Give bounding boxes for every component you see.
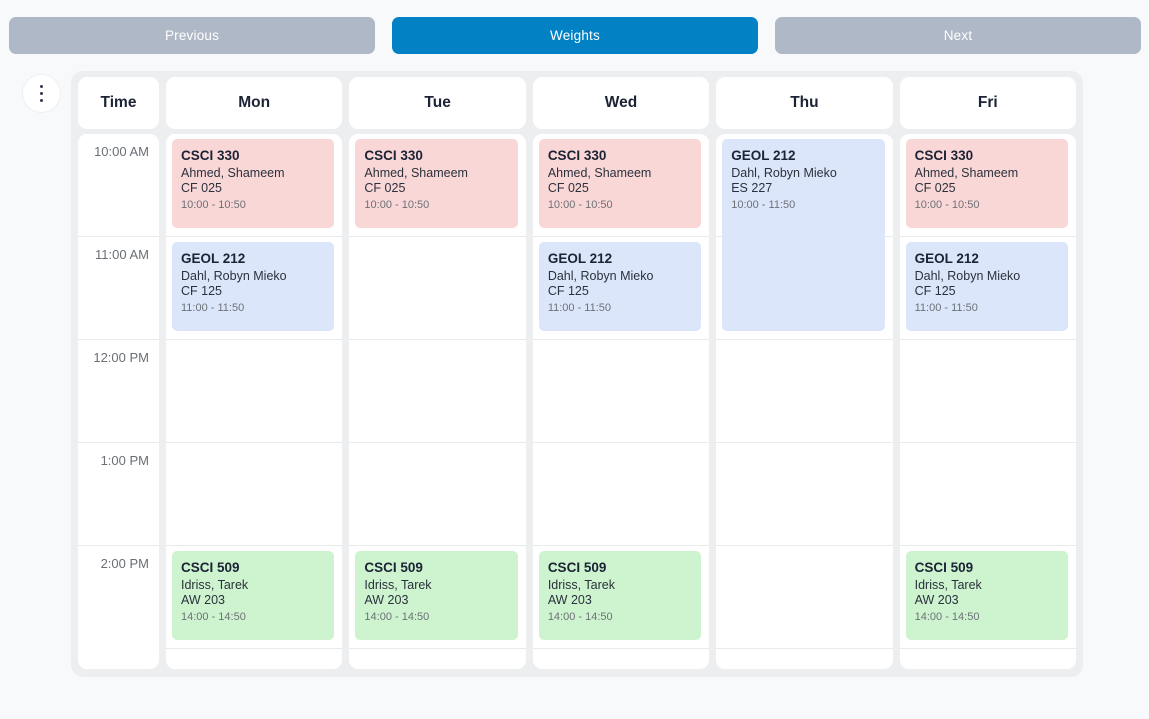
event-instructor: Ahmed, Shameem [181,166,285,180]
event-room: CF 025 [547,180,589,195]
event-instructor: Dahl, Robyn Mieko [731,166,837,180]
event-time: 10:00 - 10:50 [914,199,980,211]
event-time: 11:00 - 11:50 [914,302,978,314]
event-card[interactable]: CSCI 509 Idriss, Tarek AW 203 14:00 - 14:50 [172,551,335,640]
schedule-grid: Time Mon Tue Wed Thu Fri 10:00 AM 11:00 A… [71,71,1083,677]
event-title: CSCI 509 [547,560,607,575]
event-instructor: Dahl, Robyn Mieko [547,269,654,283]
event-title: CSCI 330 [914,148,974,163]
event-card[interactable]: CSCI 509 Idriss, Tarek AW 203 14:00 - 14:50 [905,551,1069,640]
day-column-fri[interactable]: CSCI 330 Ahmed, Shameem CF 025 10:00 - 10:5… [899,134,1077,669]
event-card[interactable]: GEOL 212 Dahl, Robyn Mieko CF 125 11:00 - 1… [172,242,335,331]
event-room: AW 203 [181,592,226,607]
event-title: CSCI 509 [364,560,423,575]
event-title: CSCI 509 [914,560,974,575]
event-room: ES 227 [731,180,773,195]
time-label: 2:00 PM [100,556,149,571]
event-room: CF 025 [364,180,406,195]
calendar-header-row: Time Mon Tue Wed Thu Fri [78,77,1077,134]
time-slot: 12:00 PM [78,340,159,443]
event-room: CF 025 [181,180,222,195]
menu-dot [39,91,44,96]
event-time: 10:00 - 11:50 [731,199,796,211]
event-card[interactable]: GEOL 212 Dahl, Robyn Mieko CF 125 11:00 - 1… [538,242,702,331]
event-instructor: Ahmed, Shameem [547,166,652,180]
event-title: CSCI 509 [181,560,240,575]
event-instructor: Idriss, Tarek [364,578,432,592]
event-time: 10:00 - 10:50 [181,199,246,211]
event-time: 14:00 - 14:50 [547,611,613,623]
menu-dot [39,84,44,89]
event-time: 14:00 - 14:50 [181,611,246,623]
event-title: GEOL 212 [914,251,979,266]
event-title: CSCI 330 [181,148,240,163]
event-time: 11:00 - 11:50 [181,302,245,314]
day-column-wed[interactable]: CSCI 330 Ahmed, Shameem CF 025 10:00 - 10:5… [532,134,710,669]
event-card[interactable]: GEOL 212 Dahl, Robyn Mieko CF 125 11:00 - 1… [905,242,1069,331]
event-card[interactable]: GEOL 212 Dahl, Robyn Mieko ES 227 10:00 - 1… [722,139,885,331]
event-title: GEOL 212 [547,251,613,266]
header-day-tue: Tue [349,77,526,129]
event-room: AW 203 [547,592,592,607]
header-day-thu: Thu [716,77,893,129]
event-instructor: Idriss, Tarek [181,578,249,592]
previous-button[interactable]: Previous [9,17,375,54]
header-day-mon: Mon [166,77,343,129]
event-instructor: Ahmed, Shameem [914,166,1019,180]
time-slot: 2:00 PM [78,546,159,649]
event-time: 14:00 - 14:50 [914,611,980,623]
header-time: Time [78,77,159,129]
event-instructor: Idriss, Tarek [914,578,982,592]
time-label: 11:00 AM [95,247,149,262]
time-label: 1:00 PM [100,453,149,468]
events-layer: GEOL 212 Dahl, Robyn Mieko ES 227 10:00 - 1… [716,134,892,669]
event-card[interactable]: CSCI 330 Ahmed, Shameem CF 025 10:00 - 10:5… [905,139,1069,228]
event-card[interactable]: CSCI 330 Ahmed, Shameem CF 025 10:00 - 10:5… [172,139,335,228]
time-slot: 1:00 PM [78,443,159,546]
weights-button[interactable]: Weights [392,17,758,54]
time-slot: 10:00 AM [78,134,159,237]
events-layer: CSCI 330 Ahmed, Shameem CF 025 10:00 - 10:5… [900,134,1076,669]
events-layer: CSCI 330 Ahmed, Shameem CF 025 10:00 - 10:5… [349,134,525,669]
more-vertical-icon[interactable] [22,74,61,113]
event-time: 10:00 - 10:50 [364,199,430,211]
time-column: 10:00 AM 11:00 AM 12:00 PM 1:00 PM 2:00 PM [78,134,159,669]
event-instructor: Ahmed, Shameem [364,166,468,180]
day-column-tue[interactable]: CSCI 330 Ahmed, Shameem CF 025 10:00 - 10:5… [349,134,526,669]
calendar-body-row: 10:00 AM 11:00 AM 12:00 PM 1:00 PM 2:00 PM C… [78,134,1077,669]
event-title: GEOL 212 [731,148,796,163]
event-room: CF 025 [914,180,956,195]
time-slot: 11:00 AM [78,237,159,340]
calendar-wrapper: Time Mon Tue Wed Thu Fri 10:00 AM 11:00 A… [22,71,1083,677]
event-time: 14:00 - 14:50 [364,611,430,623]
event-instructor: Dahl, Robyn Mieko [914,269,1021,283]
event-time: 11:00 - 11:50 [547,302,612,314]
time-label: 12:00 PM [93,350,149,365]
event-card[interactable]: CSCI 509 Idriss, Tarek AW 203 14:00 - 14:50 [538,551,702,640]
event-room: CF 125 [914,283,956,298]
menu-dot [39,98,44,103]
event-room: CF 125 [181,283,222,298]
event-instructor: Idriss, Tarek [547,578,615,592]
event-time: 10:00 - 10:50 [547,199,613,211]
time-label: 10:00 AM [94,144,149,159]
header-day-wed: Wed [532,77,710,129]
event-title: CSCI 330 [547,148,607,163]
event-title: CSCI 330 [364,148,423,163]
events-layer: CSCI 330 Ahmed, Shameem CF 025 10:00 - 10:5… [166,134,342,669]
events-layer: CSCI 330 Ahmed, Shameem CF 025 10:00 - 10:5… [533,134,709,669]
top-toolbar: Previous Weights Next [0,0,1149,54]
event-instructor: Dahl, Robyn Mieko [181,269,287,283]
event-title: GEOL 212 [181,251,246,266]
next-button[interactable]: Next [775,17,1141,54]
event-room: AW 203 [364,592,409,607]
day-column-thu[interactable]: GEOL 212 Dahl, Robyn Mieko ES 227 10:00 - 1… [716,134,893,669]
header-day-fri: Fri [899,77,1077,129]
event-card[interactable]: CSCI 330 Ahmed, Shameem CF 025 10:00 - 10:5… [355,139,518,228]
day-column-mon[interactable]: CSCI 330 Ahmed, Shameem CF 025 10:00 - 10:5… [166,134,343,669]
event-card[interactable]: CSCI 509 Idriss, Tarek AW 203 14:00 - 14:50 [355,551,518,640]
event-room: AW 203 [914,592,959,607]
event-room: CF 125 [547,283,589,298]
event-card[interactable]: CSCI 330 Ahmed, Shameem CF 025 10:00 - 10:5… [538,139,702,228]
